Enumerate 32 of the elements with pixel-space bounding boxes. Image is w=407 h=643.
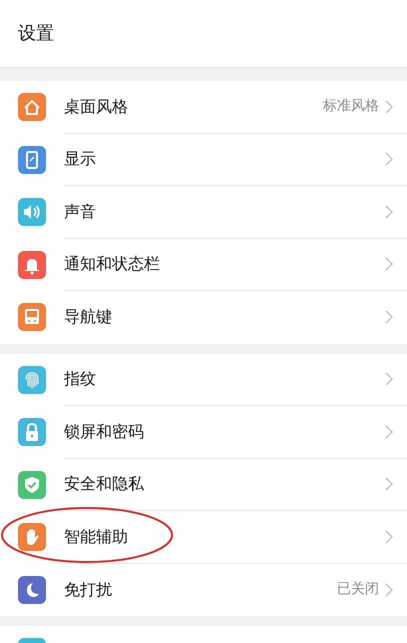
chevron-icon: [385, 152, 393, 166]
settings-row[interactable]: 指纹: [0, 354, 407, 406]
chevron-icon: [385, 582, 393, 597]
setting-label: 指纹: [64, 368, 97, 390]
chevron-icon: [385, 372, 393, 386]
setting-label: 导航键: [64, 306, 113, 328]
settings-row[interactable]: 显示: [0, 134, 407, 186]
chevron-icon: [385, 424, 393, 439]
settings-row[interactable]: 桌面风格 标准风格: [0, 81, 407, 134]
settings-row[interactable]: 导航键: [0, 291, 407, 344]
chevron-icon: [385, 257, 393, 272]
settings-row[interactable]: 通知和状态栏: [0, 238, 407, 291]
setting-value: 标准风格: [323, 97, 379, 116]
setting-label: 显示: [64, 148, 97, 170]
settings-row[interactable]: 锁屏和密码: [0, 406, 407, 458]
settings-row[interactable]: 免打扰 已关闭: [0, 564, 407, 616]
setting-label: 通知和状态栏: [64, 253, 161, 276]
settings-row[interactable]: 安全和隐私: [0, 458, 407, 511]
setting-label: 免打扰: [64, 578, 113, 601]
chevron-icon: [385, 530, 393, 544]
chevron-icon: [385, 100, 393, 114]
chevron-icon: [385, 204, 393, 219]
setting-value: 已关闭: [337, 580, 379, 600]
setting-label: 声音: [64, 200, 97, 223]
page-title: 设置: [18, 22, 54, 46]
setting-label: 安全和隐私: [64, 473, 145, 496]
setting-label: 智能辅助: [64, 526, 129, 548]
setting-label: 桌面风格: [64, 96, 129, 118]
setting-label: 锁屏和密码: [64, 420, 145, 443]
chevron-icon: [385, 310, 393, 324]
settings-row[interactable]: 声音: [0, 186, 407, 238]
chevron-icon: [385, 477, 393, 492]
